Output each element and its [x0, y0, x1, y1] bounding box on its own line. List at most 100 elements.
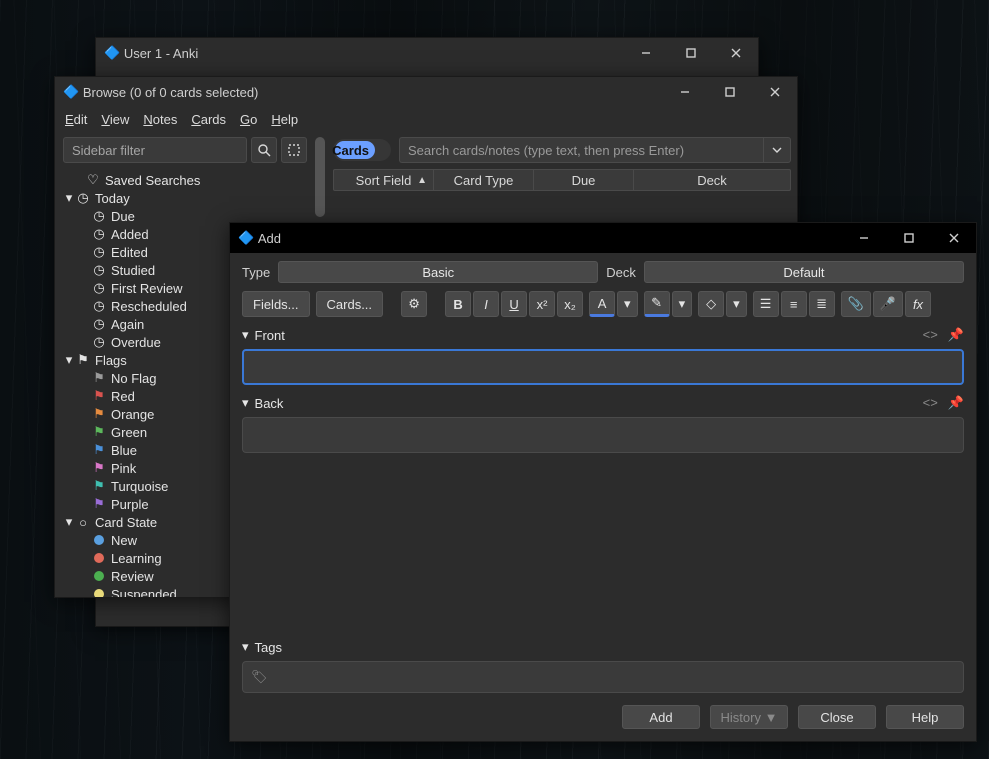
add-window: 🔷 Add Type Basic Deck Default Fields... …	[229, 222, 977, 742]
minimize-button[interactable]	[623, 38, 668, 68]
bullet-list-icon[interactable]: ☰	[753, 291, 779, 317]
state-dot-icon	[91, 553, 107, 563]
chevron-down-icon[interactable]: ▾	[242, 639, 249, 655]
flag-icon: ⚑	[91, 460, 107, 476]
clock-icon: ◷	[91, 298, 107, 314]
menu-view[interactable]: View	[101, 112, 129, 127]
tree-saved-searches[interactable]: ♡Saved Searches	[63, 171, 311, 189]
back-field-input[interactable]	[242, 417, 964, 453]
editor-toolbar: Fields... Cards... ⚙ B I U x² x₂ A ▾ ✎ ▾…	[242, 291, 964, 317]
flag-icon: ⚑	[91, 478, 107, 494]
close-button[interactable]	[931, 223, 976, 253]
flag-icon: ⚑	[91, 424, 107, 440]
pin-icon[interactable]: 📌	[948, 395, 964, 411]
chevron-down-icon[interactable]: ▾	[63, 352, 75, 368]
function-icon[interactable]: fx	[905, 291, 931, 317]
maximize-button[interactable]	[707, 77, 752, 107]
search-icon[interactable]	[251, 137, 277, 163]
main-title: User 1 - Anki	[124, 46, 198, 61]
front-field-header[interactable]: ▾ Front <> 📌	[242, 327, 964, 343]
subscript-icon[interactable]: x₂	[557, 291, 583, 317]
back-field-header[interactable]: ▾ Back <> 📌	[242, 395, 964, 411]
search-input[interactable]: Search cards/notes (type text, then pres…	[399, 137, 763, 163]
sort-asc-icon: ▲	[417, 175, 427, 186]
search-dropdown-icon[interactable]	[763, 137, 791, 163]
flag-icon: ⚑	[91, 406, 107, 422]
menu-go[interactable]: Go	[240, 112, 257, 127]
state-dot-icon	[91, 589, 107, 597]
minimize-button[interactable]	[662, 77, 707, 107]
menu-edit[interactable]: Edit	[65, 112, 87, 127]
back-label: Back	[255, 396, 284, 411]
italic-icon[interactable]: I	[473, 291, 499, 317]
chevron-down-icon[interactable]: ▾	[242, 327, 249, 343]
cards-button[interactable]: Cards...	[316, 291, 384, 317]
menu-cards[interactable]: Cards	[191, 112, 226, 127]
main-titlebar[interactable]: 🔷 User 1 - Anki	[96, 38, 758, 68]
flag-icon: ⚑	[91, 370, 107, 386]
flag-icon: ⚑	[91, 496, 107, 512]
underline-icon[interactable]: U	[501, 291, 527, 317]
tags-input[interactable]: 🏷	[242, 661, 964, 693]
chevron-down-icon[interactable]: ▾	[63, 514, 75, 530]
cards-notes-toggle[interactable]: Cards	[333, 139, 391, 161]
circle-icon: ○	[75, 515, 91, 530]
col-due[interactable]: Due	[534, 170, 634, 190]
scrollbar-thumb[interactable]	[315, 137, 325, 217]
clock-icon: ◷	[91, 244, 107, 260]
fields-button[interactable]: Fields...	[242, 291, 310, 317]
deck-label: Deck	[606, 265, 636, 280]
html-toggle-icon[interactable]: <>	[923, 395, 938, 411]
highlight-dropdown-icon[interactable]: ▾	[672, 291, 693, 317]
text-color-dropdown-icon[interactable]: ▾	[617, 291, 638, 317]
flag-icon: ⚑	[91, 388, 107, 404]
clock-icon: ◷	[91, 226, 107, 242]
col-card-type[interactable]: Card Type	[434, 170, 534, 190]
clock-icon: ◷	[91, 280, 107, 296]
history-button[interactable]: History ▼	[710, 705, 788, 729]
close-button[interactable]	[752, 77, 797, 107]
add-titlebar[interactable]: 🔷 Add	[230, 223, 976, 253]
eraser-icon[interactable]: ◇	[698, 291, 724, 317]
tags-label: Tags	[255, 640, 282, 655]
chevron-down-icon[interactable]: ▾	[242, 395, 249, 411]
align-icon[interactable]: ≣	[809, 291, 835, 317]
note-type-selector[interactable]: Basic	[278, 261, 598, 283]
pin-icon[interactable]: 📌	[948, 327, 964, 343]
highlight-icon[interactable]: ✎	[644, 291, 670, 317]
flag-icon: ⚑	[75, 352, 91, 368]
microphone-icon[interactable]: 🎤	[873, 291, 903, 317]
menu-notes[interactable]: Notes	[143, 112, 177, 127]
browse-title: Browse (0 of 0 cards selected)	[83, 85, 259, 100]
select-tool-icon[interactable]	[281, 137, 307, 163]
deck-selector[interactable]: Default	[644, 261, 964, 283]
help-button[interactable]: Help	[886, 705, 964, 729]
col-deck[interactable]: Deck	[634, 170, 790, 190]
bold-icon[interactable]: B	[445, 291, 471, 317]
eraser-dropdown-icon[interactable]: ▾	[726, 291, 747, 317]
maximize-button[interactable]	[668, 38, 713, 68]
add-button[interactable]: Add	[622, 705, 700, 729]
tree-today[interactable]: ▾◷Today	[63, 189, 311, 207]
menu-help[interactable]: Help	[271, 112, 298, 127]
superscript-icon[interactable]: x²	[529, 291, 555, 317]
clock-icon: ◷	[91, 334, 107, 350]
app-icon: 🔷	[104, 45, 120, 61]
clock-icon: ◷	[91, 262, 107, 278]
tags-header[interactable]: ▾ Tags	[242, 639, 964, 655]
front-field-input[interactable]	[242, 349, 964, 385]
minimize-button[interactable]	[841, 223, 886, 253]
maximize-button[interactable]	[886, 223, 931, 253]
settings-icon[interactable]: ⚙	[401, 291, 427, 317]
close-button[interactable]: Close	[798, 705, 876, 729]
close-button[interactable]	[713, 38, 758, 68]
attachment-icon[interactable]: 📎	[841, 291, 871, 317]
number-list-icon[interactable]: ≡	[781, 291, 807, 317]
text-color-icon[interactable]: A	[589, 291, 615, 317]
sidebar-filter-input[interactable]: Sidebar filter	[63, 137, 247, 163]
browse-titlebar[interactable]: 🔷 Browse (0 of 0 cards selected)	[55, 77, 797, 107]
html-toggle-icon[interactable]: <>	[923, 327, 938, 343]
col-sort-field[interactable]: Sort Field▲	[334, 170, 434, 190]
chevron-down-icon[interactable]: ▾	[63, 190, 75, 206]
app-icon: 🔷	[238, 230, 254, 246]
